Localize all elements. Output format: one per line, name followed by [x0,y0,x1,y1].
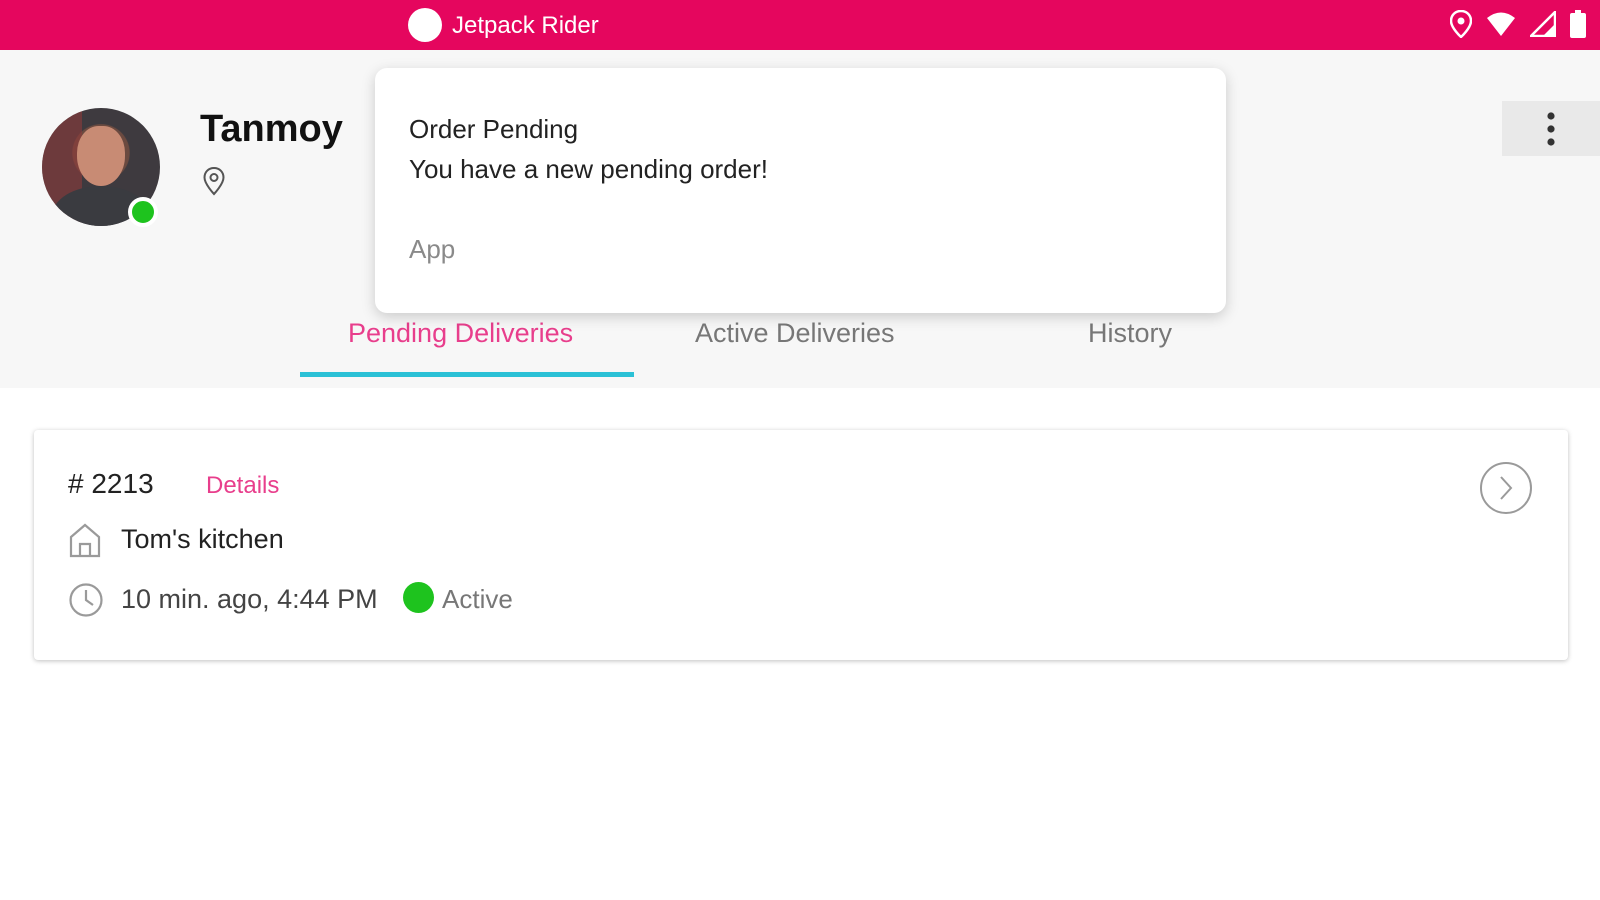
delivery-tabs: Pending Deliveries Active Deliveries His… [300,310,1200,388]
avatar-face [77,126,125,186]
order-card[interactable]: # 2213 Details Tom's kitchen 10 min. ago… [34,430,1568,660]
order-status-label: Active [442,584,513,614]
tab-pending-deliveries[interactable]: Pending Deliveries [348,318,573,349]
status-bar: Jetpack Rider [0,0,1600,50]
signal-icon [1530,11,1556,37]
clock-icon [69,583,103,617]
open-order-button[interactable] [1480,462,1532,514]
tab-indicator [300,372,634,377]
location-icon [1450,10,1472,38]
online-status-dot [128,197,158,227]
wifi-icon [1487,12,1515,36]
chevron-right-icon [1500,476,1513,500]
location-pin-icon[interactable] [202,166,226,196]
home-icon [69,523,101,558]
notification-popup[interactable]: Order Pending You have a new pending ord… [375,68,1226,313]
restaurant-name: Tom's kitchen [121,524,284,554]
overflow-menu-button[interactable] [1502,101,1600,156]
notification-title: Order Pending [409,114,579,144]
order-status-dot [403,582,434,613]
tab-history[interactable]: History [1088,318,1172,349]
more-vert-icon [1547,111,1555,146]
order-time: 10 min. ago, 4:44 PM [121,584,378,614]
app-dot-icon [408,8,442,42]
app-title: Jetpack Rider [452,12,599,39]
order-number: # 2213 [68,468,154,499]
tab-active-deliveries[interactable]: Active Deliveries [695,318,895,349]
notification-body: You have a new pending order! [409,154,768,184]
status-icons [1450,10,1586,38]
notification-app-label: App [409,234,456,264]
details-link[interactable]: Details [206,472,279,500]
battery-icon [1570,10,1586,38]
user-name: Tanmoy [200,108,343,150]
